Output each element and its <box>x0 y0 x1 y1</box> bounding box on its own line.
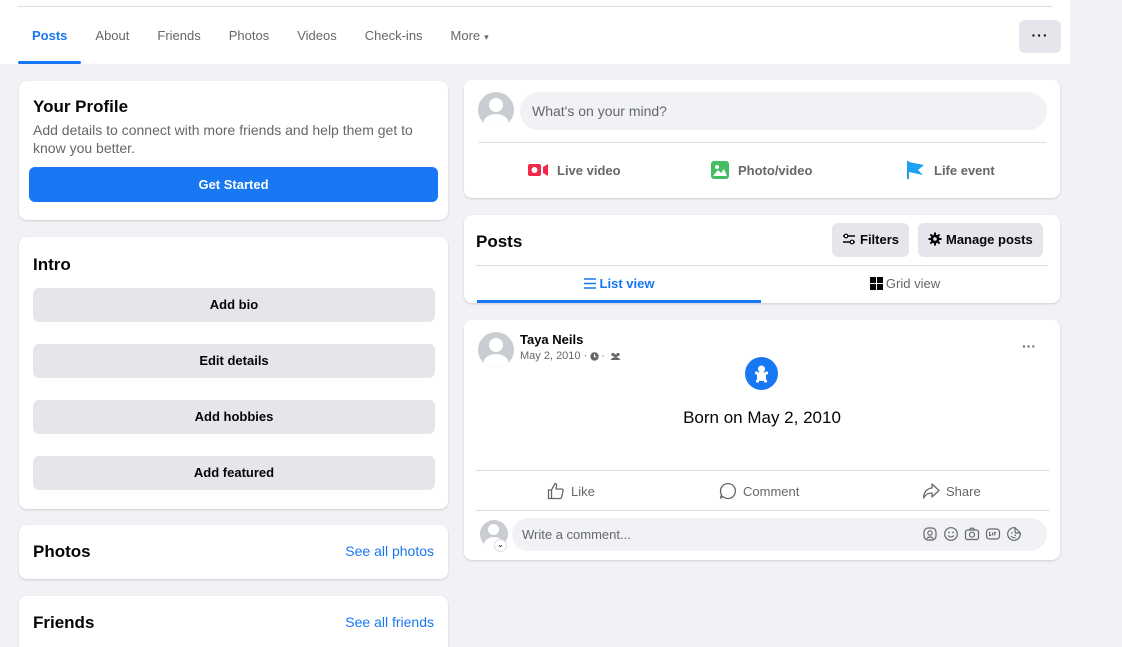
tab-check-ins[interactable]: Check-ins <box>351 20 437 64</box>
comment-tools <box>922 526 1022 542</box>
post-meta: May 2, 2010 · · <box>520 350 621 362</box>
grid-icon <box>869 277 883 290</box>
photo-video-button[interactable]: Photo/video <box>710 158 812 182</box>
post-author-name[interactable]: Taya Neils <box>520 332 583 347</box>
see-all-friends-link[interactable]: See all friends <box>345 614 434 630</box>
friends-title: Friends <box>33 613 95 632</box>
life-event-label: Life event <box>934 162 995 178</box>
tab-more-label: More <box>450 28 481 43</box>
tab-videos[interactable]: Videos <box>283 20 351 64</box>
photos-title: Photos <box>33 542 91 561</box>
chevron-down-icon[interactable]: ⌄ <box>494 539 507 552</box>
get-started-button[interactable]: Get Started <box>29 167 438 202</box>
list-view-label: List view <box>599 276 655 291</box>
sticker-icon[interactable] <box>1006 526 1022 542</box>
author-avatar[interactable] <box>478 332 514 368</box>
intro-title: Intro <box>33 255 71 274</box>
grid-view-label: Grid view <box>885 276 941 291</box>
tab-list-view[interactable]: List view <box>477 266 761 303</box>
profile-tabs: Posts About Friends Photos Videos Check-… <box>18 20 503 64</box>
photo-video-icon <box>711 161 729 179</box>
add-bio-button[interactable]: Add bio <box>33 288 435 322</box>
post-composer: What's on your mind? Live video Photo/vi… <box>464 80 1060 198</box>
list-icon <box>583 278 596 289</box>
tab-photos[interactable]: Photos <box>215 20 283 64</box>
see-all-photos-link[interactable]: See all photos <box>345 543 434 559</box>
tab-about[interactable]: About <box>81 20 143 64</box>
photos-card: Photos See all photos <box>19 525 448 579</box>
life-event-post: Taya Neils May 2, 2010 · · ··· Born on M… <box>464 320 1060 560</box>
life-event-text: Born on May 2, 2010 <box>683 408 841 427</box>
share-label: Share <box>946 483 981 499</box>
your-profile-description: Add details to connect with more friends… <box>33 122 413 156</box>
manage-posts-button[interactable]: Manage posts <box>918 223 1043 257</box>
posts-title: Posts <box>476 232 523 251</box>
your-profile-card: Your Profile Add details to connect with… <box>19 81 448 220</box>
comment-label: Comment <box>743 483 800 499</box>
add-hobbies-button[interactable]: Add hobbies <box>33 400 435 434</box>
gif-icon[interactable] <box>985 526 1001 542</box>
your-profile-title: Your Profile <box>33 97 129 116</box>
post-options-button[interactable]: ··· <box>1022 338 1036 354</box>
tab-posts[interactable]: Posts <box>18 20 82 64</box>
filters-button[interactable]: Filters <box>832 223 910 257</box>
emoji-icon[interactable] <box>943 526 959 542</box>
life-event-button[interactable]: Life event <box>906 158 995 182</box>
avatar-sticker-icon[interactable] <box>922 526 938 542</box>
profile-tab-bar: Posts About Friends Photos Videos Check-… <box>0 0 1070 64</box>
filters-icon <box>843 233 855 245</box>
top-divider <box>18 6 1052 7</box>
friends-audience-icon[interactable] <box>610 352 621 361</box>
clock-icon <box>590 351 599 361</box>
whats-on-your-mind-input[interactable]: What's on your mind? <box>520 92 1047 130</box>
meta-separator: · <box>601 350 605 362</box>
posts-header-card: Posts Filters Manage posts List view Gri… <box>464 215 1060 303</box>
birth-life-event-icon <box>745 357 778 390</box>
live-video-icon <box>528 164 548 176</box>
edit-details-button[interactable]: Edit details <box>33 344 435 378</box>
post-divider <box>476 470 1050 471</box>
tab-more[interactable]: More ▾ <box>437 20 503 64</box>
avatar[interactable] <box>478 92 514 128</box>
profile-options-button[interactable]: ··· <box>1019 20 1061 53</box>
share-icon <box>922 483 940 499</box>
friends-card: Friends See all friends <box>19 596 448 647</box>
manage-posts-label: Manage posts <box>946 232 1033 247</box>
composer-divider <box>478 142 1046 143</box>
comment-icon <box>719 482 737 500</box>
chevron-down-icon: ▾ <box>484 32 489 42</box>
post-date[interactable]: May 2, 2010 · <box>520 350 587 362</box>
tab-friends[interactable]: Friends <box>143 20 214 64</box>
share-button[interactable]: Share <box>922 480 981 502</box>
filters-label: Filters <box>860 232 900 247</box>
like-button[interactable]: Like <box>547 480 595 502</box>
flag-icon <box>907 161 924 179</box>
tab-grid-view[interactable]: Grid view <box>763 266 1047 303</box>
right-gutter <box>1070 0 1122 647</box>
intro-card: Intro Add bio Edit details Add hobbies A… <box>19 237 448 509</box>
live-video-label: Live video <box>557 162 621 178</box>
photo-video-label: Photo/video <box>738 162 813 178</box>
camera-icon[interactable] <box>964 526 980 542</box>
live-video-button[interactable]: Live video <box>527 158 621 182</box>
like-label: Like <box>571 483 595 499</box>
add-featured-button[interactable]: Add featured <box>33 456 435 490</box>
comment-button[interactable]: Comment <box>719 480 799 502</box>
comment-divider <box>476 510 1050 511</box>
thumbs-up-icon <box>547 482 564 500</box>
gear-icon <box>928 232 942 246</box>
